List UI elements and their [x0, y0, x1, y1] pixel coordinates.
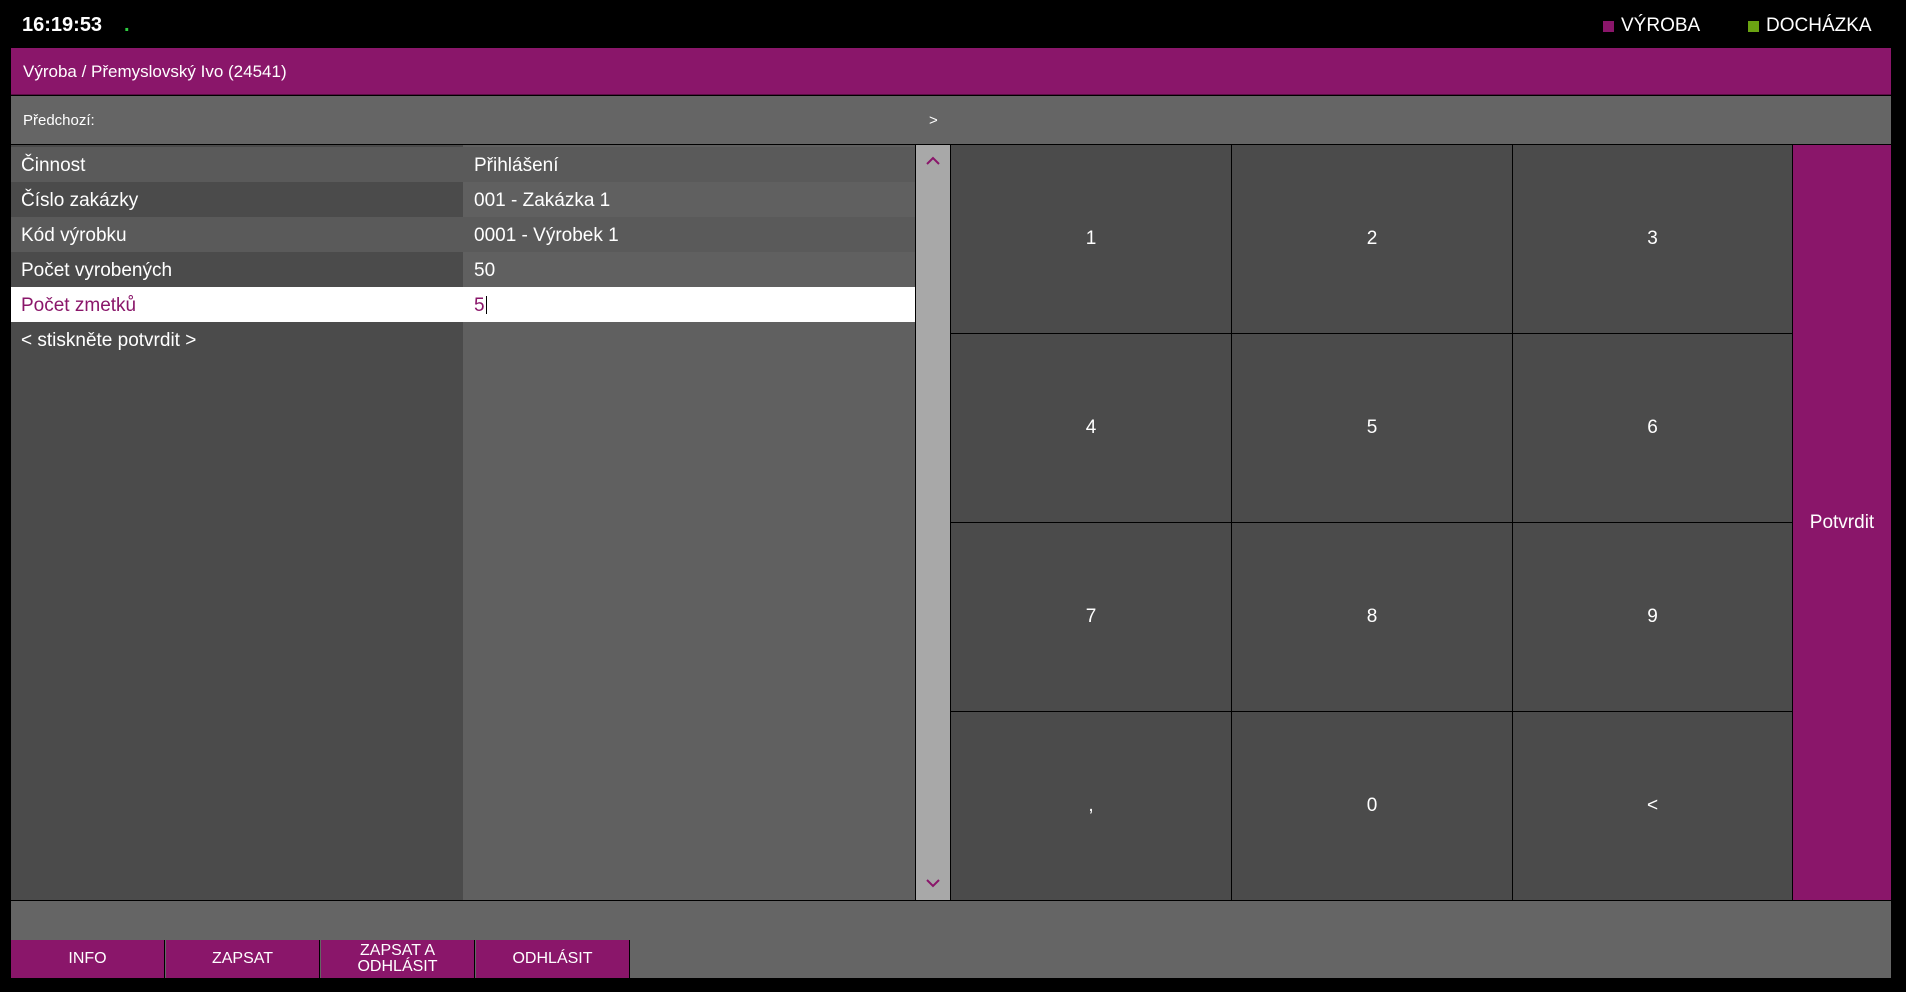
row-label: Kód výrobku: [11, 217, 463, 252]
title-bar: Výroba / Přemyslovský Ivo (24541): [11, 48, 1891, 95]
mode-vyroba[interactable]: VÝROBA: [1603, 15, 1700, 37]
row-label: Činnost: [11, 147, 463, 182]
key-1[interactable]: 1: [951, 145, 1231, 333]
row-label: Počet zmetků: [21, 295, 137, 316]
form-row-pocet-vyrobenych[interactable]: Počet vyrobených 50: [11, 252, 915, 287]
key-7[interactable]: 7: [951, 523, 1231, 711]
clock: 16:19:53: [22, 14, 103, 36]
key-comma[interactable]: ,: [951, 712, 1231, 900]
key-2[interactable]: 2: [1232, 145, 1512, 333]
key-0[interactable]: 0: [1232, 712, 1512, 900]
form-row-cinnost[interactable]: Činnost Přihlášení: [11, 147, 915, 182]
odhlasit-button[interactable]: ODHLÁSIT: [476, 940, 630, 978]
scroll-down-icon[interactable]: [916, 873, 950, 894]
status-bar: [11, 901, 1891, 940]
previous-bar: Předchozí: >: [11, 96, 1891, 144]
row-value: Přihlášení: [463, 147, 915, 182]
zapsat-a-odhlasit-button[interactable]: ZAPSAT A ODHLÁSIT: [321, 940, 475, 978]
zapsat-button[interactable]: ZAPSAT: [166, 940, 320, 978]
key-8[interactable]: 8: [1232, 523, 1512, 711]
row-label: Číslo zakázky: [21, 190, 139, 211]
vyroba-color-square-icon: [1603, 20, 1614, 32]
key-backspace[interactable]: <: [1513, 712, 1792, 900]
status-indicator: .: [124, 14, 130, 36]
numeric-keypad: 1 2 3 4 5 6 7 8 9 , 0 <: [951, 145, 1792, 900]
dochazka-color-square-icon: [1748, 20, 1759, 32]
key-4[interactable]: 4: [951, 334, 1231, 522]
pocet-zmetku-input[interactable]: 5: [463, 287, 915, 322]
confirm-prompt: < stiskněte potvrdit >: [21, 330, 197, 351]
top-bar: 16:19:53 . VÝROBA DOCHÁZKA: [0, 0, 1906, 48]
mode-dochazka-label: DOCHÁZKA: [1766, 15, 1872, 36]
row-label: Počet vyrobených: [21, 260, 173, 281]
form-row-pocet-zmetku[interactable]: Počet zmetků 5: [11, 287, 915, 322]
key-5[interactable]: 5: [1232, 334, 1512, 522]
row-value: 001 - Zakázka 1: [474, 190, 611, 211]
form-row-prompt: < stiskněte potvrdit >: [11, 322, 915, 357]
row-value: 50: [474, 260, 496, 281]
mode-vyroba-label: VÝROBA: [1621, 15, 1701, 36]
bottom-toolbar: INFO ZAPSAT ZAPSAT A ODHLÁSIT ODHLÁSIT: [11, 940, 1891, 978]
form-row-kod-vyrobku[interactable]: Kód výrobku 0001 - Výrobek 1: [11, 217, 915, 252]
text-caret: [485, 296, 487, 314]
key-6[interactable]: 6: [1513, 334, 1792, 522]
form-row-cislo-zakazky[interactable]: Číslo zakázky 001 - Zakázka 1: [11, 182, 915, 217]
previous-label: Předchozí:: [23, 112, 95, 129]
row-value: 0001 - Výrobek 1: [463, 217, 915, 252]
previous-arrow: >: [929, 112, 938, 129]
info-button[interactable]: INFO: [11, 940, 165, 978]
page-title: Výroba / Přemyslovský Ivo (24541): [23, 62, 287, 81]
scroll-up-icon[interactable]: [916, 151, 950, 172]
key-9[interactable]: 9: [1513, 523, 1792, 711]
scrollbar[interactable]: [916, 145, 950, 900]
key-3[interactable]: 3: [1513, 145, 1792, 333]
confirm-button[interactable]: Potvrdit: [1793, 145, 1891, 900]
input-value: 5: [474, 295, 485, 316]
mode-dochazka[interactable]: DOCHÁZKA: [1748, 15, 1872, 37]
entry-form: Činnost Přihlášení Číslo zakázky 001 - Z…: [11, 145, 915, 900]
